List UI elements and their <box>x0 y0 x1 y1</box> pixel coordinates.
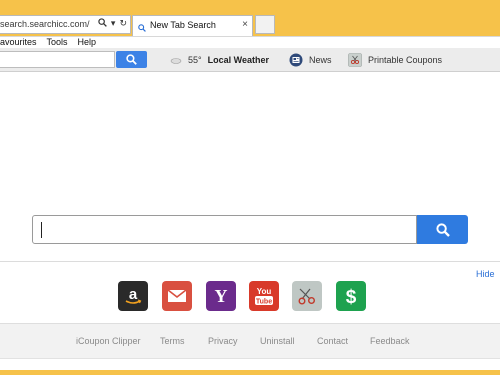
hide-link[interactable]: Hide <box>476 269 495 279</box>
amazon-glyph: a <box>129 286 138 303</box>
coupon-scissors-icon <box>298 288 315 305</box>
quicklink-mail[interactable] <box>162 281 192 311</box>
extension-toolbar: 55° Local Weather News Printable Coupons <box>0 48 500 72</box>
page-footer: iCoupon Clipper Terms Privacy Uninstall … <box>0 323 500 358</box>
main-search-input[interactable] <box>32 215 417 244</box>
toolbar-weather[interactable]: 55° Local Weather <box>170 52 269 68</box>
weather-temperature: 55° <box>188 55 202 65</box>
weather-label: Local Weather <box>207 55 269 65</box>
newspaper-icon <box>289 53 303 67</box>
svg-text:You: You <box>257 287 272 296</box>
footer-links: iCoupon Clipper Terms Privacy Uninstall … <box>0 336 500 348</box>
coupon-scissors-icon <box>348 53 362 67</box>
main-search-button[interactable] <box>417 215 468 244</box>
footer-link-feedback[interactable]: Feedback <box>370 336 410 346</box>
cloud-icon <box>170 58 182 64</box>
search-icon[interactable] <box>98 18 107 29</box>
toolbar-search-input[interactable] <box>0 51 115 68</box>
footer-link-privacy[interactable]: Privacy <box>208 336 238 346</box>
address-bar[interactable]: search.searchicc.com/ ▾ ↻ <box>0 15 131 34</box>
dollar-glyph: $ <box>346 287 357 307</box>
search-icon <box>435 222 450 237</box>
quicklink-youtube[interactable]: You Tube <box>249 281 279 311</box>
svg-text:Tube: Tube <box>256 299 272 306</box>
tab-title: New Tab Search <box>150 20 216 30</box>
toolbar-search-button[interactable] <box>116 51 147 68</box>
footer-link-contact[interactable]: Contact <box>317 336 348 346</box>
tab-new-tab-search[interactable]: New Tab Search × <box>132 15 253 36</box>
quicklink-dollar[interactable]: $ <box>336 281 366 311</box>
quicklink-yahoo[interactable]: Y <box>206 281 236 311</box>
yahoo-glyph: Y <box>215 286 228 306</box>
search-icon <box>126 54 137 65</box>
menu-favourites[interactable]: avourites <box>0 37 37 48</box>
text-caret <box>41 222 42 238</box>
quicklink-amazon[interactable]: a <box>118 281 148 311</box>
browser-chrome: search.searchicc.com/ ▾ ↻ New Tab Search… <box>0 0 500 48</box>
address-actions: ▾ ↻ <box>98 18 127 29</box>
menu-help[interactable]: Help <box>78 37 97 48</box>
footer-link-terms[interactable]: Terms <box>160 336 185 346</box>
news-label: News <box>309 55 332 65</box>
section-divider <box>0 261 500 262</box>
new-tab-button[interactable] <box>255 15 275 34</box>
dollar-icon: $ <box>346 287 357 307</box>
youtube-icon: You Tube <box>255 287 273 306</box>
search-icon <box>138 21 146 35</box>
footer-link-uninstall[interactable]: Uninstall <box>260 336 295 346</box>
amazon-icon: a <box>125 286 142 304</box>
toolbar-news[interactable]: News <box>289 52 332 68</box>
mail-icon <box>167 289 187 302</box>
window-bottom-edge <box>0 370 500 375</box>
footer-link-icoupon-clipper[interactable]: iCoupon Clipper <box>76 336 141 346</box>
toolbar-printable-coupons[interactable]: Printable Coupons <box>348 52 442 68</box>
address-text[interactable]: search.searchicc.com/ <box>0 19 92 29</box>
menu-tools[interactable]: Tools <box>47 37 68 48</box>
coupons-label: Printable Coupons <box>368 55 443 65</box>
refresh-icon[interactable]: ↻ <box>119 18 127 29</box>
yahoo-icon: Y <box>215 286 228 306</box>
close-icon[interactable]: × <box>242 19 248 30</box>
menu-bar: avourites Tools Help <box>0 36 500 48</box>
quicklink-coupons[interactable] <box>292 281 322 311</box>
dropdown-arrow-icon[interactable]: ▾ <box>111 18 116 29</box>
